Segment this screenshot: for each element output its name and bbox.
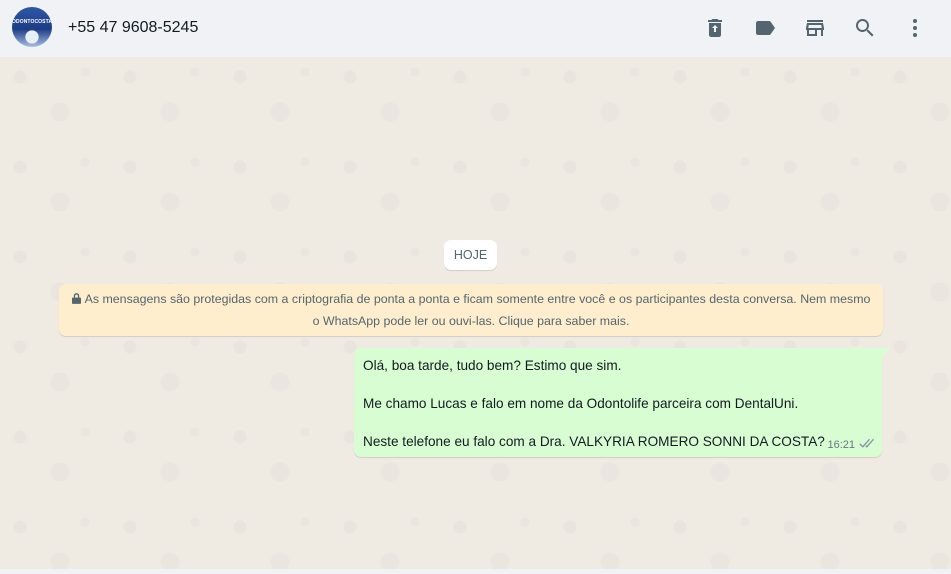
menu-icon[interactable]: [903, 16, 927, 40]
store-icon[interactable]: [803, 16, 827, 40]
search-icon[interactable]: [853, 16, 877, 40]
message-line: Neste telefone eu falo com a Dra. VALKYR…: [363, 434, 825, 449]
encryption-notice[interactable]: As mensagens são protegidas com a cripto…: [59, 284, 883, 336]
outgoing-message[interactable]: Olá, boa tarde, tudo bem? Estimo que sim…: [354, 348, 890, 457]
delete-icon[interactable]: [703, 16, 727, 40]
contact-avatar[interactable]: ODONTOCOSTA: [12, 7, 52, 47]
encryption-notice-line2: o WhatsApp pode ler ou ouvi-las. Clique …: [312, 314, 630, 328]
bubble-tail: [882, 348, 890, 358]
lock-icon: [71, 290, 81, 311]
contact-name[interactable]: +55 47 9608-5245: [68, 19, 198, 37]
composer-edge: [0, 569, 951, 574]
date-divider: HOJE: [444, 240, 497, 270]
encryption-notice-line1: As mensagens são protegidas com a cripto…: [71, 289, 871, 311]
label-icon[interactable]: [753, 16, 777, 40]
message-time: 16:21: [827, 439, 855, 451]
chat-header: ODONTOCOSTA +55 47 9608-5245: [0, 0, 951, 57]
avatar-logo-text: ODONTOCOSTA: [12, 19, 52, 25]
message-line: Me chamo Lucas e falo em nome da Odontol…: [363, 396, 799, 411]
message-line: Olá, boa tarde, tudo bem? Estimo que sim…: [363, 358, 622, 373]
double-check-icon: [858, 438, 874, 452]
message-meta: 16:21: [827, 438, 874, 452]
